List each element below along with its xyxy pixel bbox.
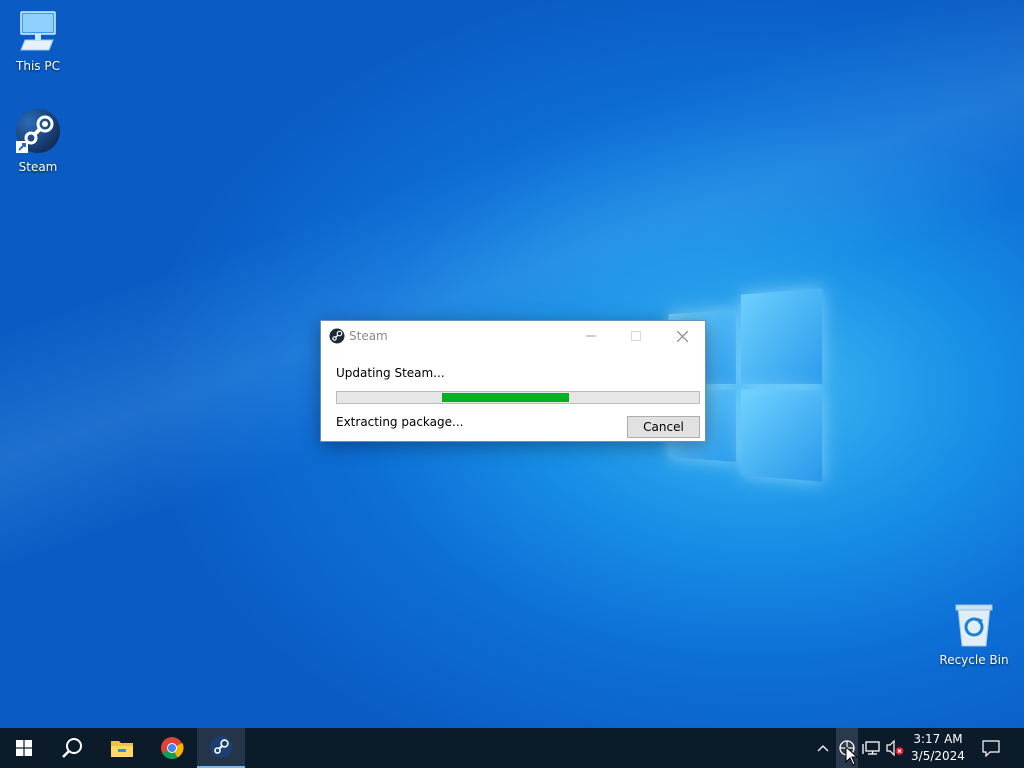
chevron-up-icon <box>817 744 829 752</box>
steam-icon <box>14 107 62 155</box>
show-hidden-icons-button[interactable] <box>812 728 834 768</box>
file-explorer-icon <box>110 738 134 758</box>
chrome-icon <box>160 736 184 760</box>
recycle-bin-icon <box>952 602 996 648</box>
search-button[interactable] <box>48 728 96 768</box>
taskbar: 3:17 AM 3/5/2024 <box>0 728 1024 768</box>
dialog-title: Steam <box>349 329 388 343</box>
steam-logo-icon <box>329 328 345 344</box>
network-icon <box>862 740 880 756</box>
mouse-cursor-icon <box>845 746 859 766</box>
search-icon <box>61 737 83 759</box>
progress-fill <box>442 393 569 402</box>
notification-icon <box>982 740 1000 757</box>
close-icon <box>677 331 688 342</box>
close-button[interactable] <box>659 321 705 351</box>
action-center-button[interactable] <box>978 728 1004 768</box>
desktop-icon-steam[interactable]: Steam <box>0 107 76 174</box>
desktop-icon-this-pc[interactable]: This PC <box>0 10 76 73</box>
start-button[interactable] <box>0 728 48 768</box>
steam-taskbar-button[interactable] <box>197 728 245 768</box>
windows-start-icon <box>16 740 32 756</box>
clock-date: 3/5/2024 <box>906 748 970 765</box>
steam-icon <box>209 735 233 759</box>
dialog-titlebar[interactable]: Steam <box>321 321 705 351</box>
volume-muted-icon <box>886 740 904 756</box>
maximize-icon <box>631 331 641 341</box>
network-tray-button[interactable] <box>860 728 882 768</box>
desktop: This PC Steam Recycle Bin Steam Updating… <box>0 0 1024 728</box>
desktop-icon-recycle-bin[interactable]: Recycle Bin <box>936 602 1012 667</box>
desktop-icon-label: Steam <box>0 160 76 174</box>
cancel-button[interactable]: Cancel <box>627 416 700 438</box>
chrome-button[interactable] <box>148 728 196 768</box>
desktop-icon-label: Recycle Bin <box>936 653 1012 667</box>
clock-time: 3:17 AM <box>906 731 970 748</box>
steam-update-dialog: Steam Updating Steam... Extracting packa… <box>320 320 706 442</box>
file-explorer-button[interactable] <box>98 728 146 768</box>
taskbar-clock[interactable]: 3:17 AM 3/5/2024 <box>906 731 970 765</box>
update-status-text: Updating Steam... <box>336 366 445 380</box>
minimize-button[interactable] <box>568 321 614 351</box>
volume-tray-button[interactable] <box>884 728 906 768</box>
desktop-icon-label: This PC <box>0 59 76 73</box>
update-substatus-text: Extracting package... <box>336 415 463 429</box>
maximize-button[interactable] <box>613 321 659 351</box>
progress-bar <box>336 391 700 404</box>
computer-icon <box>15 10 61 54</box>
minimize-icon <box>586 331 596 341</box>
